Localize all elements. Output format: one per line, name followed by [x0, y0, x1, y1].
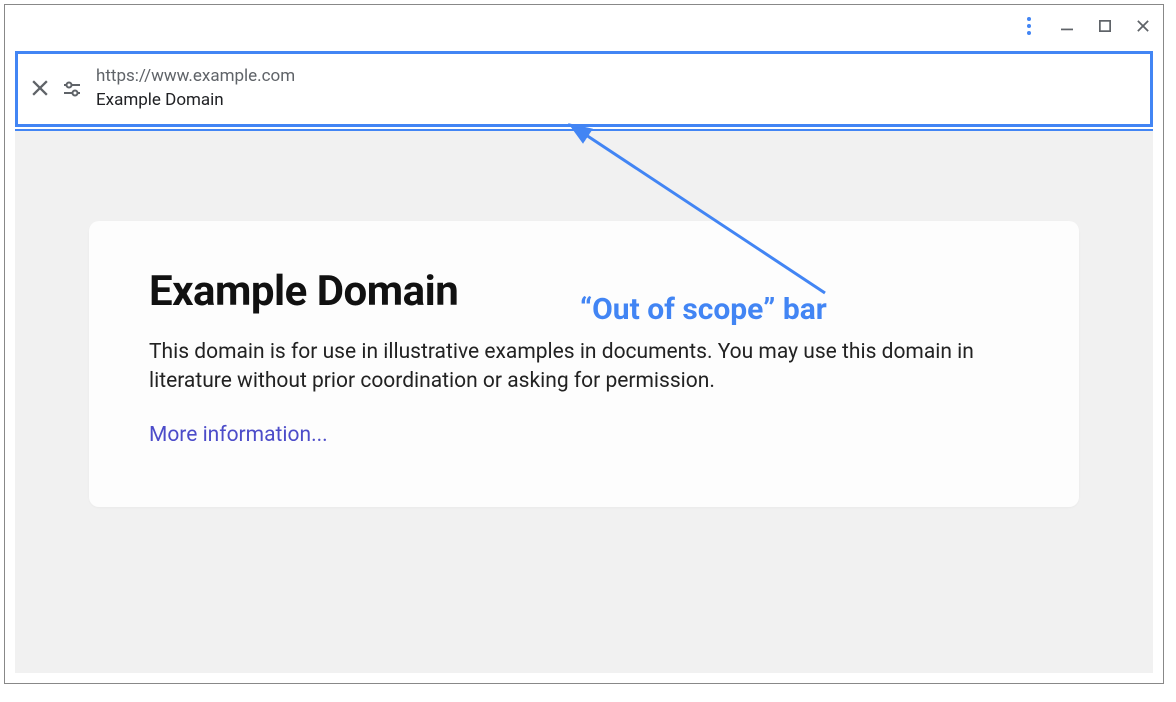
- page-heading: Example Domain: [149, 267, 1019, 316]
- close-icon[interactable]: [32, 79, 48, 99]
- maximize-icon[interactable]: [1097, 18, 1113, 34]
- more-information-link[interactable]: More information...: [149, 423, 328, 447]
- more-vertical-icon[interactable]: [1021, 13, 1037, 39]
- content-area: Example Domain This domain is for use in…: [15, 129, 1153, 673]
- scope-title: Example Domain: [96, 89, 295, 113]
- scope-url: https://www.example.com: [96, 65, 295, 89]
- tune-icon[interactable]: [62, 79, 82, 99]
- window-controls: [1021, 13, 1151, 39]
- scope-info: https://www.example.com Example Domain: [96, 65, 295, 113]
- out-of-scope-bar: https://www.example.com Example Domain: [15, 51, 1153, 127]
- window-frame: https://www.example.com Example Domain E…: [4, 4, 1164, 684]
- close-window-icon[interactable]: [1135, 18, 1151, 34]
- page-body-text: This domain is for use in illustrative e…: [149, 338, 979, 397]
- content-card: Example Domain This domain is for use in…: [89, 221, 1079, 507]
- minimize-icon[interactable]: [1059, 18, 1075, 34]
